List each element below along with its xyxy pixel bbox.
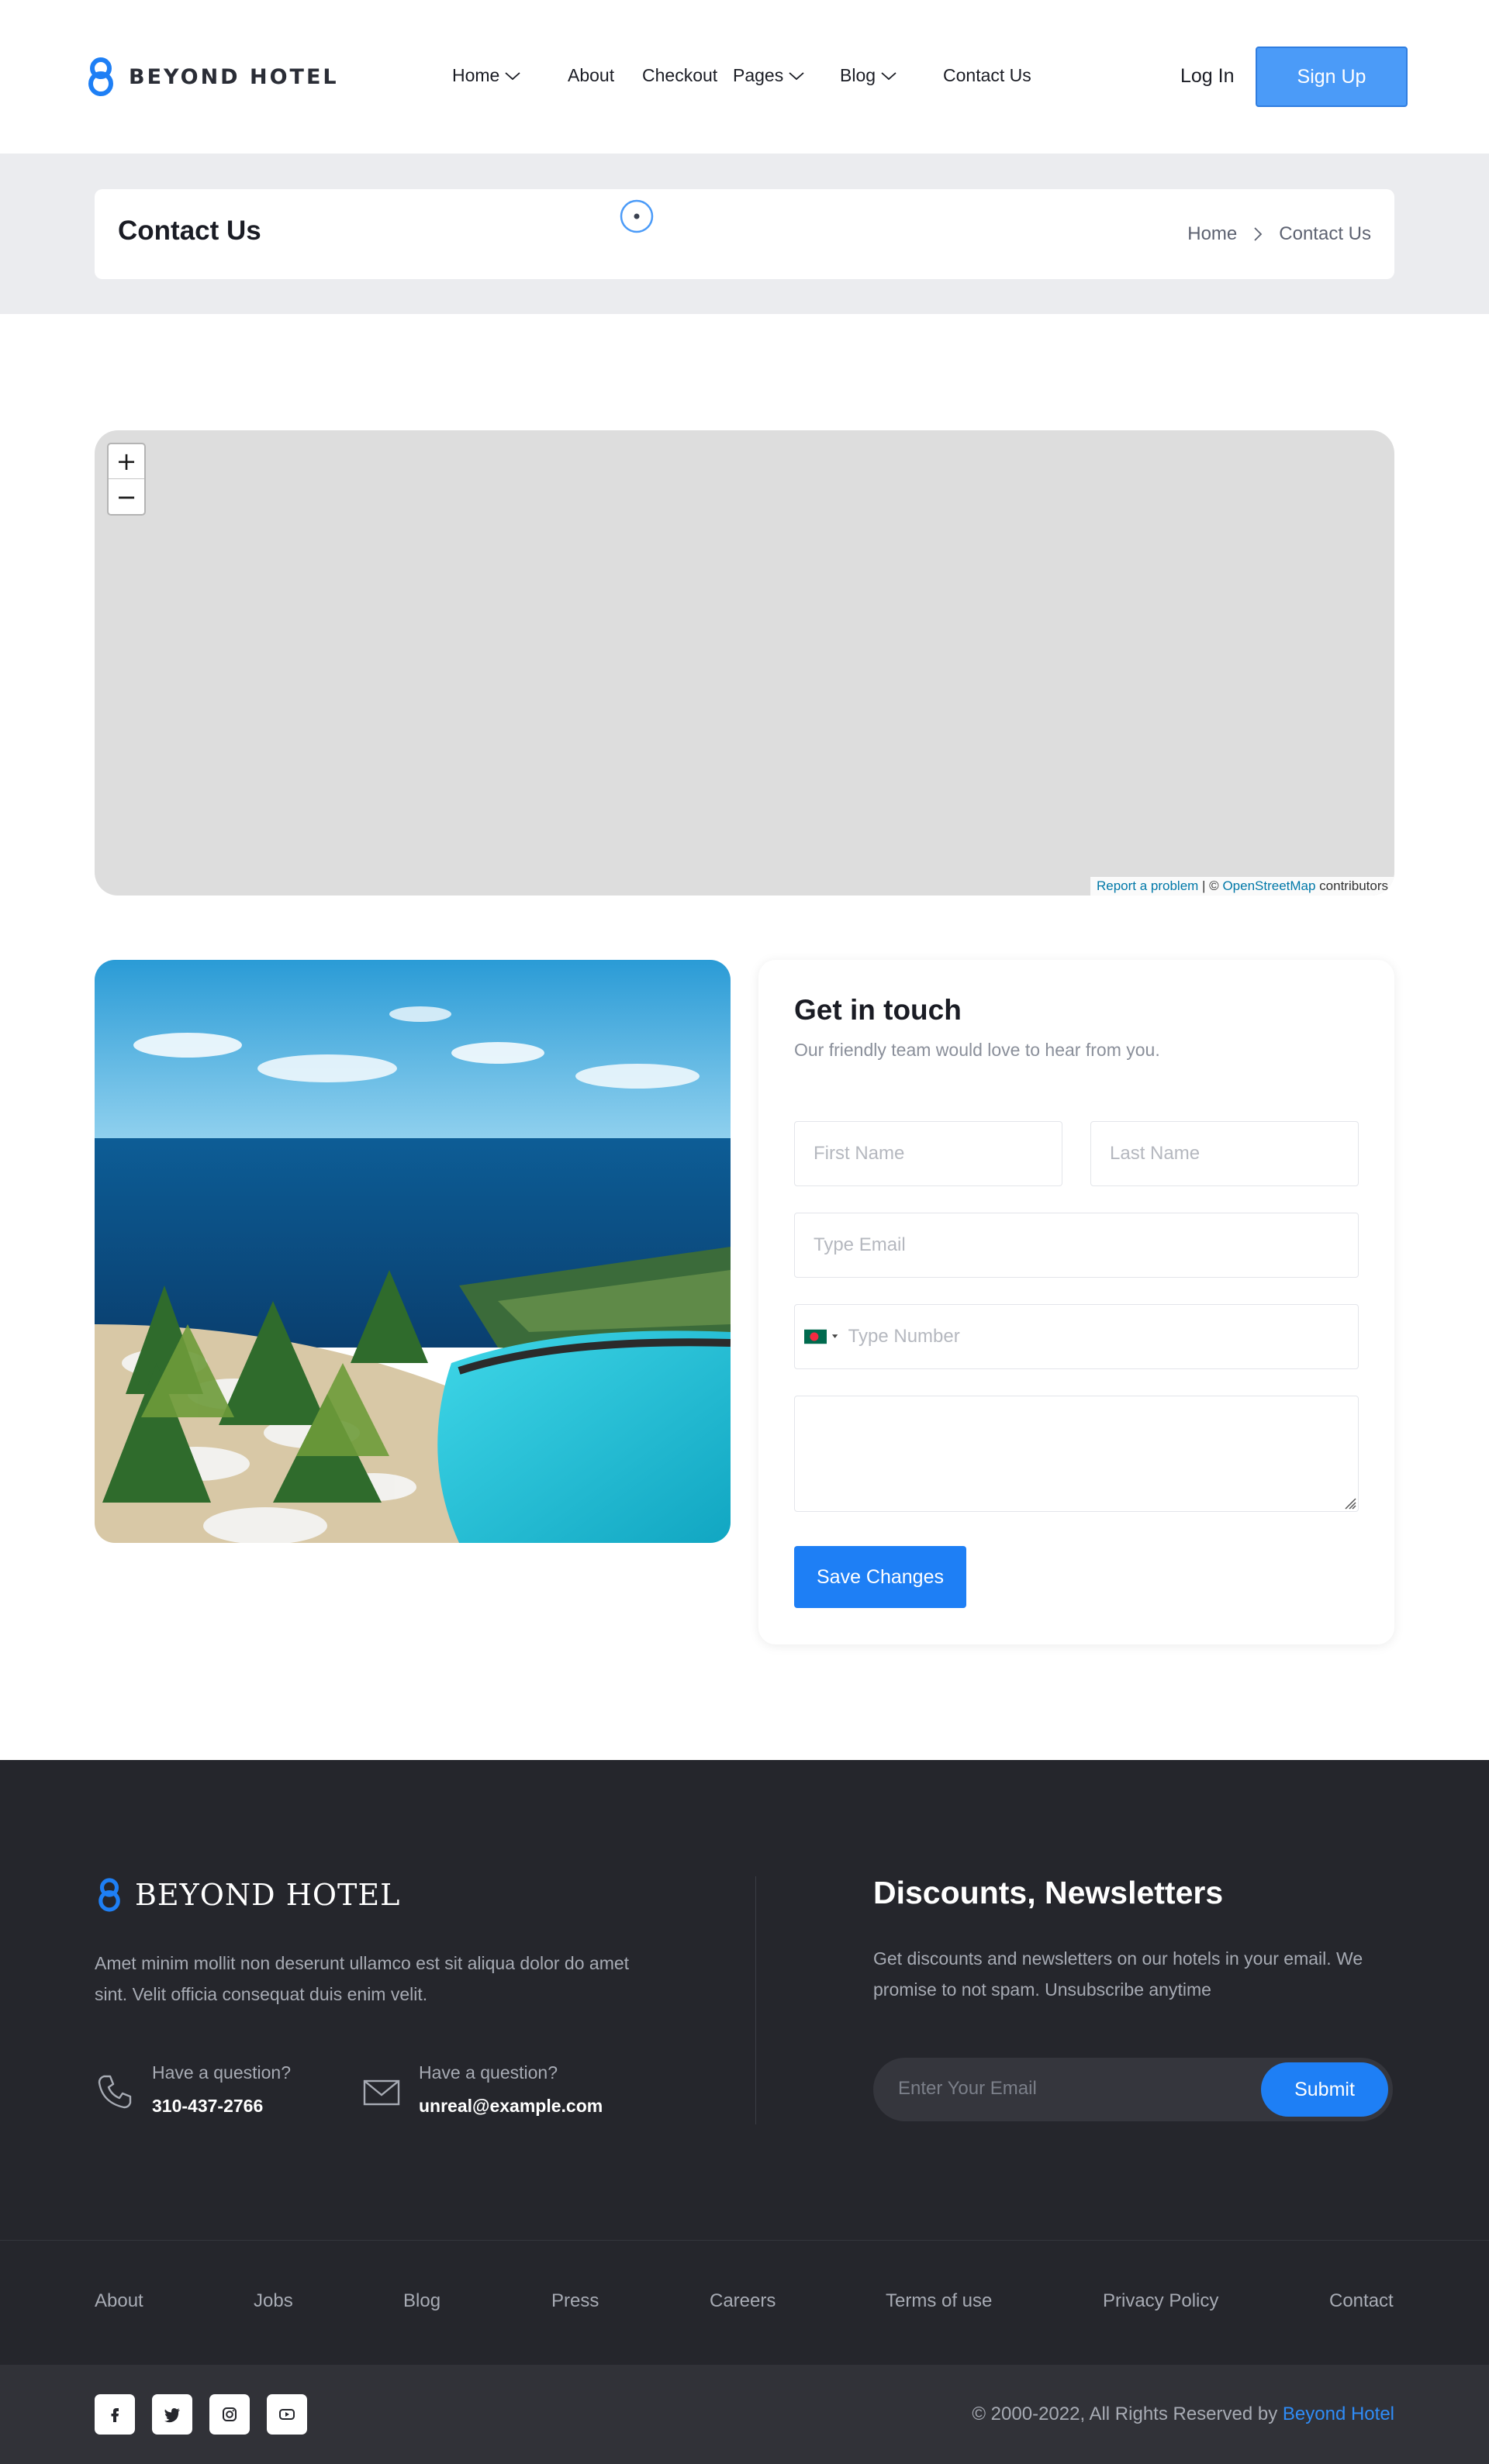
caret-down-icon[interactable]: [831, 1334, 838, 1340]
chevron-down-icon: [789, 71, 804, 80]
attribution-separator: | ©: [1198, 878, 1223, 893]
map-zoom-control: + −: [107, 443, 146, 516]
openstreetmap-link[interactable]: OpenStreetMap: [1222, 878, 1315, 893]
footer-link-press[interactable]: Press: [551, 2290, 599, 2312]
brand-logo[interactable]: BEYOND HOTEL: [84, 56, 339, 98]
nav-home-label: Home: [452, 65, 500, 85]
footer-link-contact[interactable]: Contact: [1329, 2290, 1394, 2312]
phone-input[interactable]: [848, 1326, 1358, 1348]
nav-contact[interactable]: Contact Us: [943, 65, 1031, 86]
breadcrumb: Home Contact Us: [1187, 223, 1371, 245]
location-target-icon[interactable]: [619, 198, 655, 234]
location-map[interactable]: + − Report a problem | © OpenStreetMap c…: [95, 430, 1394, 896]
nav-about[interactable]: About: [568, 65, 614, 86]
facebook-icon: [111, 2408, 119, 2422]
instagram-button[interactable]: [209, 2394, 250, 2435]
bangladesh-flag-icon[interactable]: [804, 1329, 827, 1344]
last-name-field[interactable]: [1090, 1121, 1359, 1186]
resort-illustration: [95, 960, 731, 1543]
footer-link-privacy[interactable]: Privacy Policy: [1103, 2290, 1218, 2312]
breadcrumb-home[interactable]: Home: [1187, 223, 1237, 245]
last-name-input[interactable]: [1110, 1143, 1358, 1165]
page-title: Contact Us: [118, 216, 261, 246]
map-attribution: Report a problem | © OpenStreetMap contr…: [1090, 877, 1394, 896]
resize-handle-icon[interactable]: [1342, 1496, 1356, 1510]
newsletter-form: Enter Your Email Submit: [873, 2058, 1393, 2121]
nav-checkout-label: Checkout: [642, 65, 718, 85]
youtube-icon: [279, 2409, 295, 2420]
zoom-in-button[interactable]: +: [109, 444, 144, 479]
footer-link-terms[interactable]: Terms of use: [886, 2290, 992, 2312]
site-footer: BEYOND HOTEL Amet minim mollit non deser…: [0, 1760, 1489, 2365]
footer-link-about[interactable]: About: [95, 2290, 143, 2312]
site-header: BEYOND HOTEL Home About Checkout Pages B…: [0, 0, 1489, 154]
phone-number[interactable]: 310-437-2766: [152, 2096, 291, 2117]
signup-button[interactable]: Sign Up: [1256, 47, 1408, 107]
youtube-button[interactable]: [267, 2394, 307, 2435]
message-textarea[interactable]: [794, 1396, 1359, 1512]
phone-label: Have a question?: [152, 2062, 292, 2083]
attribution-contributors: contributors: [1315, 878, 1388, 893]
breadcrumb-card: Contact Us Home Contact Us: [95, 189, 1394, 279]
nav-blog-label: Blog: [840, 65, 876, 85]
footer-description: Amet minim mollit non deserunt ullamco e…: [95, 1953, 630, 2004]
hotel-pool-image: [95, 960, 731, 1543]
report-problem-link[interactable]: Report a problem: [1097, 878, 1198, 893]
footer-separator: [0, 2240, 1489, 2241]
nav-about-label: About: [568, 65, 615, 85]
nav-pages[interactable]: Pages: [733, 65, 805, 86]
form-title: Get in touch: [794, 994, 962, 1026]
footer-bottom-bar: © 2000-2022, All Rights Reserved by Beyo…: [0, 2365, 1489, 2464]
mail-icon: [363, 2079, 400, 2106]
footer-brand-name: BEYOND HOTEL: [135, 1878, 401, 1912]
phone-field[interactable]: [794, 1304, 1359, 1369]
footer-divider: [755, 1876, 756, 2124]
nav-checkout[interactable]: Checkout: [642, 65, 717, 86]
email-address[interactable]: unreal@example.com: [419, 2096, 603, 2117]
chevron-down-icon: [505, 71, 520, 80]
instagram-icon: [223, 2407, 237, 2421]
save-changes-button[interactable]: Save Changes: [794, 1546, 966, 1608]
chevron-down-icon: [881, 71, 897, 80]
copyright-text: © 2000-2022, All Rights Reserved by: [972, 2404, 1283, 2424]
nav-pages-label: Pages: [733, 65, 784, 85]
footer-email-block: Have a question? unreal@example.com: [361, 2062, 603, 2117]
first-name-input[interactable]: [814, 1143, 1062, 1165]
form-subtitle: Our friendly team would love to hear fro…: [794, 1040, 1160, 1060]
nav-blog[interactable]: Blog: [840, 65, 897, 86]
email-field[interactable]: [794, 1213, 1359, 1278]
contact-form-card: Get in touch Our friendly team would lov…: [758, 960, 1394, 1644]
phone-icon: [98, 2075, 132, 2109]
login-link[interactable]: Log In: [1180, 65, 1235, 88]
email-input[interactable]: [814, 1234, 1358, 1256]
twitter-button[interactable]: [152, 2394, 192, 2435]
breadcrumb-current: Contact Us: [1279, 223, 1371, 244]
footer-phone-block: Have a question? 310-437-2766: [95, 2062, 291, 2117]
zoom-out-button[interactable]: −: [109, 479, 144, 514]
logo-icon: [98, 1878, 120, 1912]
newsletter-email-input[interactable]: Enter Your Email: [898, 2078, 1037, 2100]
email-label: Have a question?: [419, 2062, 558, 2083]
footer-link-jobs[interactable]: Jobs: [254, 2290, 293, 2312]
logo-icon: [88, 57, 113, 96]
facebook-button[interactable]: [95, 2394, 135, 2435]
newsletter-title: Discounts, Newsletters: [873, 1875, 1224, 1910]
footer-brand-logo[interactable]: BEYOND HOTEL: [95, 1873, 400, 1917]
brand-name: BEYOND HOTEL: [129, 64, 339, 89]
nav-contact-label: Contact Us: [943, 65, 1031, 85]
footer-link-blog[interactable]: Blog: [403, 2290, 440, 2312]
chevron-right-icon: [1254, 227, 1263, 241]
newsletter-description: Get discounts and newsletters on our hot…: [873, 1948, 1363, 2000]
first-name-field[interactable]: [794, 1121, 1062, 1186]
newsletter-submit-button[interactable]: Submit: [1261, 2062, 1388, 2117]
twitter-icon: [164, 2408, 180, 2423]
copyright: © 2000-2022, All Rights Reserved by Beyo…: [972, 2404, 1394, 2425]
footer-link-careers[interactable]: Careers: [710, 2290, 776, 2312]
nav-home[interactable]: Home: [452, 65, 521, 86]
copyright-brand-link[interactable]: Beyond Hotel: [1283, 2404, 1394, 2424]
